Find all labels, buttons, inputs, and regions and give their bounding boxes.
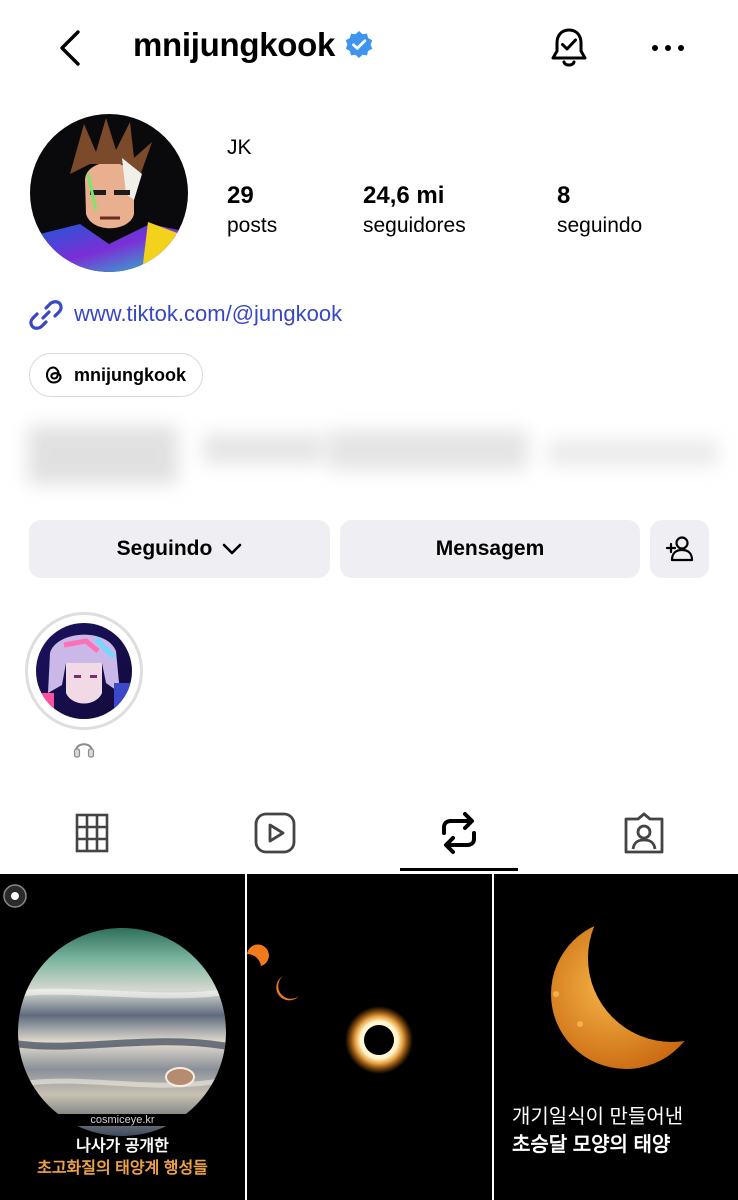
post-caption-line1: 나사가 공개한 (76, 1138, 169, 1155)
stat-followers[interactable]: 24,6 mi seguidores (363, 182, 466, 238)
tab-tagged[interactable] (621, 808, 667, 858)
tab-reels[interactable] (252, 808, 298, 858)
following-button-label: Seguindo (116, 537, 213, 560)
post-tile[interactable]: cosmiceye.kr 나사가 공개한 초고화질의 태양계 행성들 (0, 874, 245, 1200)
notifications-button[interactable] (548, 26, 590, 70)
profile-avatar[interactable] (30, 114, 188, 272)
post-caption-line2: 초승달 모양의 태양 (512, 1134, 671, 1156)
stat-following-label: seguindo (557, 214, 643, 237)
add-person-icon (665, 536, 693, 562)
highlight-cover-image (36, 623, 132, 719)
post-tile[interactable]: 개기일식이 만들어낸 초승달 모양의 태양 (494, 874, 738, 1200)
eclipse-sequence-image (247, 874, 492, 1200)
add-user-button[interactable] (650, 520, 709, 578)
chevron-left-icon (60, 30, 80, 66)
more-horizontal-icon (652, 45, 684, 51)
post-caption-line1: 개기일식이 만들어낸 (512, 1106, 684, 1128)
reels-icon (254, 812, 296, 854)
stat-following[interactable]: 8 seguindo (557, 182, 642, 238)
threads-badge[interactable]: mnijungkook (29, 353, 203, 397)
stat-posts-label: posts (227, 214, 278, 237)
headphones-icon (73, 743, 95, 758)
stat-followers-label: seguidores (363, 214, 466, 237)
link-icon (29, 298, 63, 332)
grid-icon (75, 813, 109, 853)
story-highlight[interactable] (25, 612, 143, 730)
display-name: JK (227, 136, 252, 159)
threads-handle: mnijungkook (74, 364, 186, 385)
tagged-icon (624, 812, 664, 854)
more-options-button[interactable] (650, 38, 686, 58)
message-button[interactable]: Mensagem (340, 520, 640, 578)
verified-badge-icon (345, 31, 373, 58)
post-caption-line2: 초고화질의 태양계 행성들 (37, 1160, 208, 1177)
post-watermark: cosmiceye.kr (0, 1114, 245, 1126)
threads-icon (45, 366, 62, 384)
chevron-down-icon (223, 543, 242, 555)
username-text: mnijungkook (133, 26, 336, 63)
blurred-bio (28, 418, 738, 496)
active-tab-indicator (400, 868, 518, 871)
tab-reposts[interactable] (436, 808, 482, 858)
stat-posts-value: 29 (227, 182, 254, 209)
profile-username-header: mnijungkook (133, 26, 374, 64)
highlight-label-icon (72, 736, 96, 760)
stat-followers-value: 24,6 mi (363, 182, 445, 209)
post-tile[interactable] (247, 874, 492, 1200)
message-button-label: Mensagem (435, 537, 545, 560)
stat-following-value: 8 (557, 182, 571, 209)
back-button[interactable] (52, 26, 88, 70)
avatar-image (30, 114, 188, 272)
repost-icon (442, 812, 476, 854)
bell-check-icon (551, 28, 587, 67)
stat-posts[interactable]: 29 posts (227, 182, 277, 238)
following-button[interactable]: Seguindo (29, 520, 330, 578)
tab-grid[interactable] (69, 808, 115, 858)
profile-link[interactable]: www.tiktok.com/@jungkook (74, 301, 342, 327)
